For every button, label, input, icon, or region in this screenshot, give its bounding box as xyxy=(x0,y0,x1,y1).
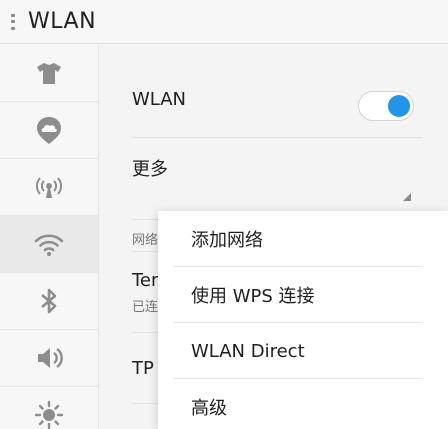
menu-handle-icon[interactable] xyxy=(11,13,15,30)
network-status: 已连 xyxy=(132,300,159,315)
more-label: 更多 xyxy=(132,159,168,180)
settings-sidebar xyxy=(0,45,99,429)
menu-item-advanced[interactable]: 高级 xyxy=(158,379,448,429)
switch-knob xyxy=(388,95,410,117)
sidebar-item-wlan[interactable] xyxy=(0,216,98,273)
sidebar-item-bluetooth[interactable] xyxy=(0,273,98,330)
network-name[interactable]: TP xyxy=(132,358,154,379)
sidebar-item-theme[interactable] xyxy=(0,45,98,102)
sidebar-item-hotspot[interactable] xyxy=(0,159,98,216)
page-title: WLAN xyxy=(28,9,97,34)
menu-item-add-network[interactable]: 添加网络 xyxy=(158,211,448,267)
shirt-icon xyxy=(37,63,61,84)
menu-item-wlan-direct[interactable]: WLAN Direct xyxy=(158,323,448,379)
sidebar-item-display[interactable] xyxy=(0,387,98,429)
more-row[interactable]: 更多 xyxy=(100,155,448,215)
wlan-label: WLAN xyxy=(132,89,187,110)
wireless-broadcast-icon xyxy=(36,177,62,198)
wifi-icon xyxy=(34,234,64,256)
divider xyxy=(132,137,422,138)
wlan-toggle-row[interactable]: WLAN xyxy=(100,71,448,131)
title-bar: WLAN xyxy=(0,0,448,44)
sidebar-item-cloud[interactable] xyxy=(0,102,98,159)
overflow-menu: 添加网络 使用 WPS 连接 WLAN Direct 高级 xyxy=(158,211,448,429)
cloud-location-icon xyxy=(37,117,61,144)
wlan-switch[interactable] xyxy=(358,91,414,121)
sidebar-item-sound[interactable] xyxy=(0,330,98,387)
bluetooth-icon xyxy=(41,288,57,314)
brightness-icon xyxy=(34,400,64,429)
dropdown-corner-icon xyxy=(403,193,411,201)
menu-item-wps-connect[interactable]: 使用 WPS 连接 xyxy=(158,267,448,323)
network-name[interactable]: Ter xyxy=(132,270,158,291)
section-header: 网络 xyxy=(132,233,159,248)
volume-icon xyxy=(38,348,63,368)
